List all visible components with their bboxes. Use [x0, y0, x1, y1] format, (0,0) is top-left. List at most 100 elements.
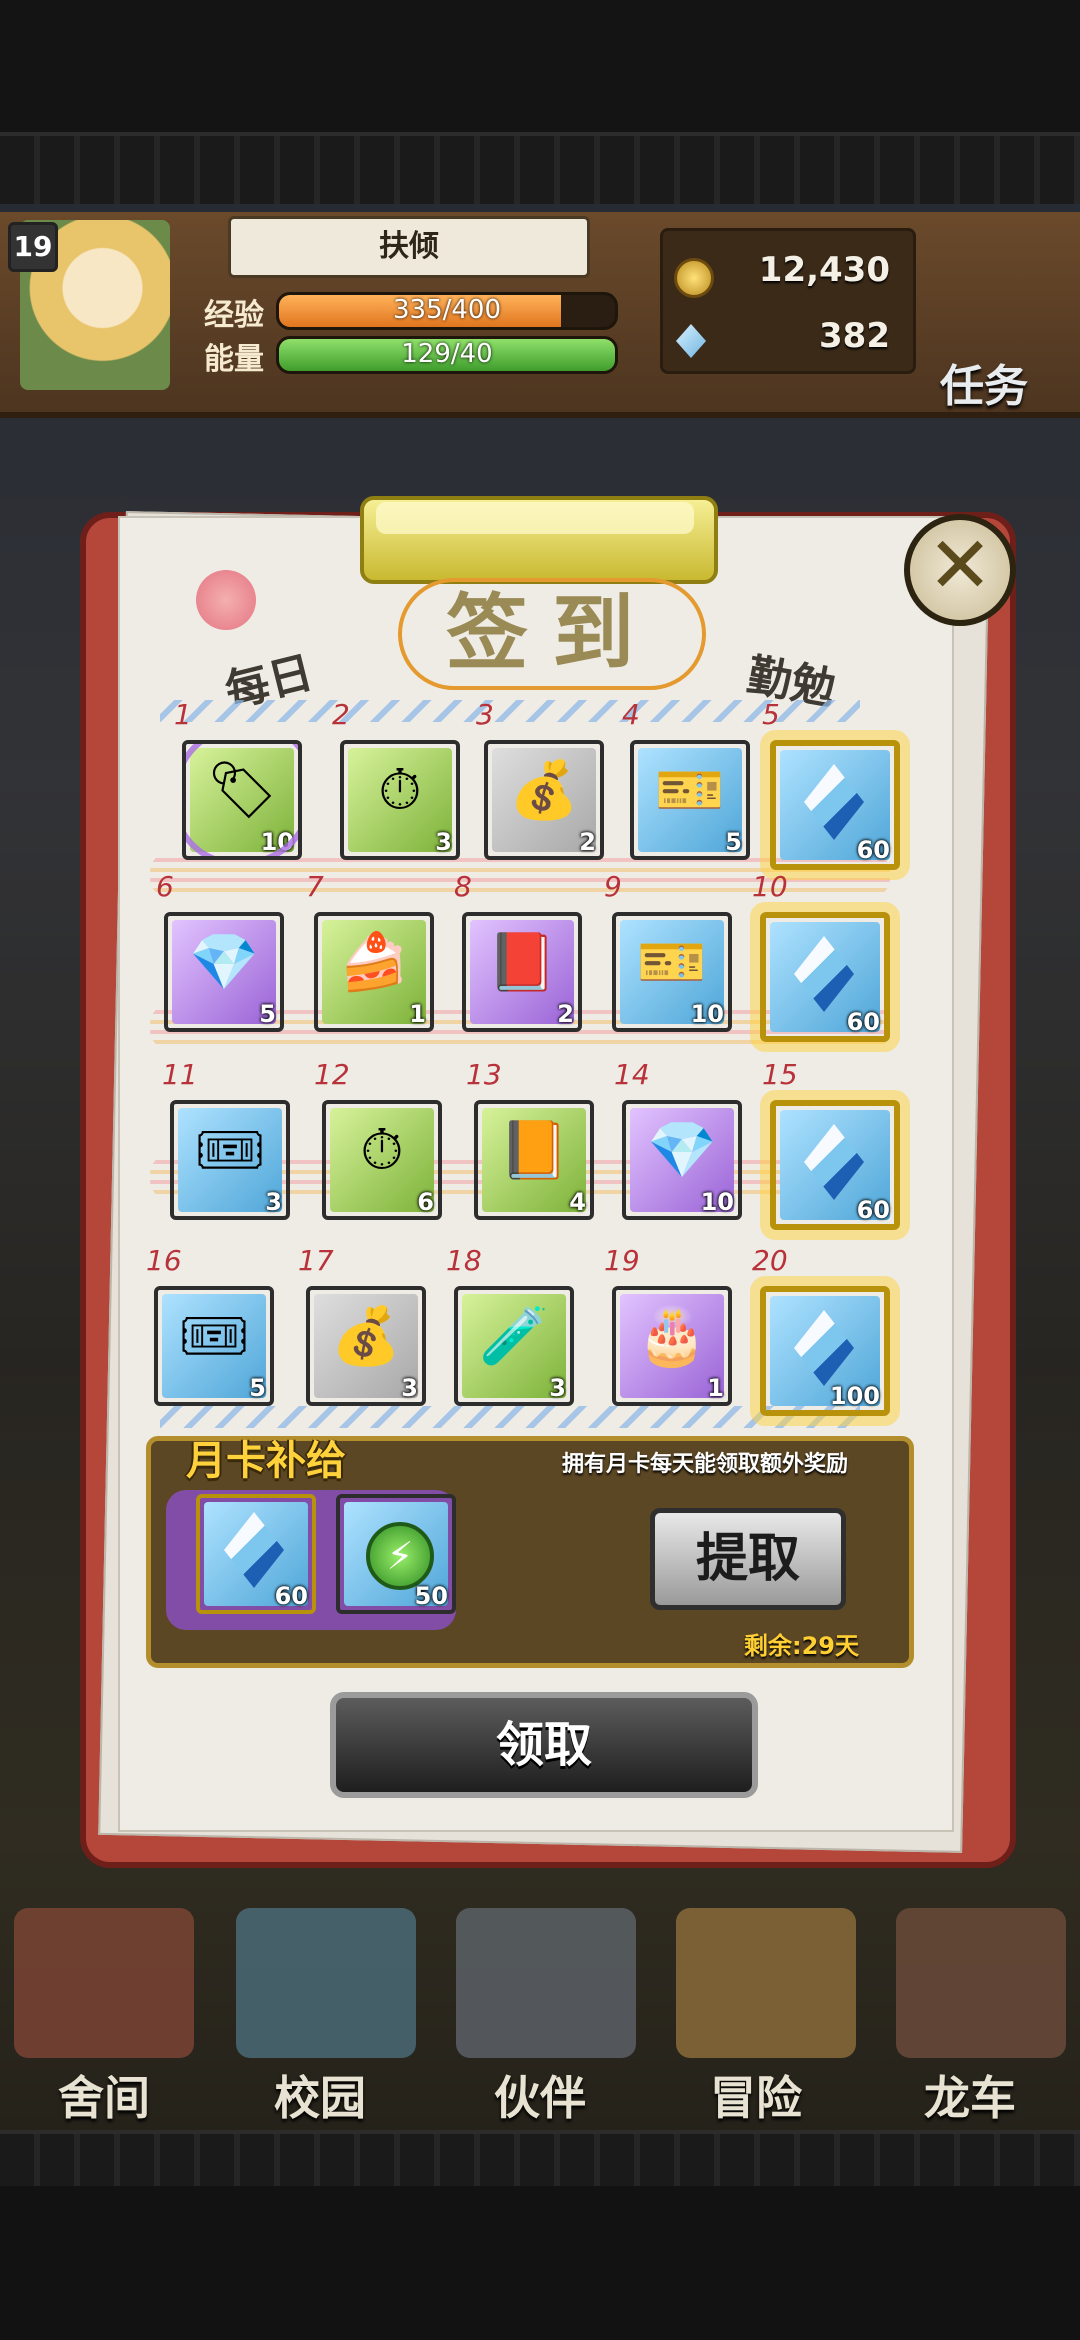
energy-bar-text: 129/40	[401, 339, 493, 369]
adventure-map-icon	[676, 1908, 856, 2058]
reward-tile-day-19[interactable]: 🎂 1	[612, 1286, 732, 1406]
dialog-title: 签到	[398, 578, 706, 690]
exp-bar-text: 335/400	[392, 295, 501, 325]
reward-count: 60	[274, 1582, 308, 1610]
day-number: 10	[752, 870, 788, 903]
reward-count: 3	[549, 1374, 566, 1402]
monthly-card-title: 月卡补给	[186, 1438, 346, 1484]
day-number: 8	[454, 870, 472, 903]
nav-campus[interactable]: 校园	[274, 2062, 366, 2128]
reward-item-icon: 💰	[331, 1304, 401, 1369]
reward-tile-day-18[interactable]: 🧪 3	[454, 1286, 574, 1406]
day-number: 18	[446, 1244, 482, 1277]
nav-home[interactable]: 舍间	[58, 2062, 150, 2128]
home-building-icon	[14, 1908, 194, 2058]
nav-partner[interactable]: 伙伴	[494, 2062, 586, 2128]
monthly-reward-energy[interactable]: ⚡ 50	[336, 1494, 456, 1614]
claimed-mark-icon	[186, 744, 298, 856]
day-number: 7	[306, 870, 324, 903]
reward-item-icon: 💰	[509, 758, 579, 823]
energy-label: 能量	[204, 342, 264, 377]
day-number: 1	[174, 698, 192, 731]
exp-label: 经验	[204, 298, 264, 333]
reward-item-icon: 🎫	[655, 758, 725, 823]
reward-tile-day-17[interactable]: 💰 3	[306, 1286, 426, 1406]
campus-building-icon	[236, 1908, 416, 2058]
reward-count: 2	[579, 828, 596, 856]
reward-count: 60	[846, 1008, 880, 1036]
reward-tile-day-13[interactable]: 📙 4	[474, 1100, 594, 1220]
gold-coin-icon	[674, 258, 714, 298]
extract-button[interactable]: 提取	[650, 1508, 846, 1610]
reward-tile-day-6[interactable]: 💎 5	[164, 912, 284, 1032]
partner-character-icon	[456, 1908, 636, 2058]
reward-tile-day-9[interactable]: 🎫 10	[612, 912, 732, 1032]
reward-count: 60	[856, 1196, 890, 1224]
reward-item-icon: 📕	[487, 930, 557, 995]
reward-tile-day-16[interactable]: 🎟 5	[154, 1286, 274, 1406]
day-number: 11	[162, 1058, 198, 1091]
reward-item-icon: ⏱	[360, 1118, 404, 1183]
reward-item-icon: ⏱	[378, 758, 422, 823]
reward-tile-day-10[interactable]: 60	[760, 912, 890, 1042]
reward-item-icon: 🎟	[194, 1118, 266, 1183]
clip-highlight	[376, 502, 694, 534]
day-number: 5	[762, 698, 780, 731]
day-number: 4	[622, 698, 640, 731]
wave-decoration	[160, 1406, 860, 1428]
nav-dragon-cart[interactable]: 龙车	[924, 2062, 1016, 2128]
level-badge: 19	[8, 222, 58, 272]
reward-count: 100	[829, 1382, 880, 1410]
reward-item-icon: 📙	[499, 1118, 569, 1183]
claim-button[interactable]: 领取	[330, 1692, 758, 1798]
reward-tile-day-4[interactable]: 🎫 5	[630, 740, 750, 860]
task-button[interactable]: 任务	[940, 350, 1028, 414]
day-number: 17	[298, 1244, 334, 1277]
reward-tile-day-1[interactable]: 🏷 10	[182, 740, 302, 860]
reward-item-icon: 🎟	[178, 1304, 250, 1369]
day-number: 20	[752, 1244, 788, 1277]
reward-tile-day-8[interactable]: 📕 2	[462, 912, 582, 1032]
reward-tile-day-15[interactable]: 60	[770, 1100, 900, 1230]
reward-tile-day-11[interactable]: 🎟 3	[170, 1100, 290, 1220]
day-number: 6	[156, 870, 174, 903]
reward-count: 6	[417, 1188, 434, 1216]
reward-count: 5	[259, 1000, 276, 1028]
reward-tile-day-3[interactable]: 💰 2	[484, 740, 604, 860]
day-number: 16	[146, 1244, 182, 1277]
reward-count: 3	[435, 828, 452, 856]
reward-item-icon: 🍰	[339, 930, 409, 995]
day-number: 15	[762, 1058, 798, 1091]
close-button[interactable]: ✕	[904, 514, 1016, 626]
reward-item-icon: 🎫	[637, 930, 707, 995]
remaining-days: 剩余:29天	[744, 1632, 859, 1660]
reward-count: 1	[409, 1000, 426, 1028]
wave-decoration	[160, 700, 860, 722]
day-number: 9	[604, 870, 622, 903]
reward-count: 3	[401, 1374, 418, 1402]
day-number: 12	[314, 1058, 350, 1091]
reward-count: 3	[265, 1188, 282, 1216]
reward-count: 60	[856, 836, 890, 864]
monthly-reward-gem[interactable]: 60	[196, 1494, 316, 1614]
reward-tile-day-12[interactable]: ⏱ 6	[322, 1100, 442, 1220]
day-number: 13	[466, 1058, 502, 1091]
reward-item-icon: 💎	[189, 930, 259, 995]
gem-amount: 382	[819, 316, 890, 356]
reward-tile-day-14[interactable]: 💎 10	[622, 1100, 742, 1220]
reward-count: 4	[569, 1188, 586, 1216]
reward-tile-day-7[interactable]: 🍰 1	[314, 912, 434, 1032]
reward-item-icon: 💎	[647, 1118, 717, 1183]
reward-tile-day-20[interactable]: 100	[760, 1286, 890, 1416]
day-number: 3	[476, 698, 494, 731]
day-number: 19	[604, 1244, 640, 1277]
exp-bar: 335/400	[276, 292, 618, 330]
reward-count: 1	[707, 1374, 724, 1402]
reward-item-icon: 🧪	[479, 1304, 549, 1369]
top-pattern-band	[0, 132, 1080, 212]
reward-tile-day-5[interactable]: 60	[770, 740, 900, 870]
nav-adventure[interactable]: 冒险	[710, 2062, 802, 2128]
reward-tile-day-2[interactable]: ⏱ 3	[340, 740, 460, 860]
player-name: 扶倾	[228, 216, 590, 278]
energy-icon: ⚡	[366, 1522, 434, 1590]
